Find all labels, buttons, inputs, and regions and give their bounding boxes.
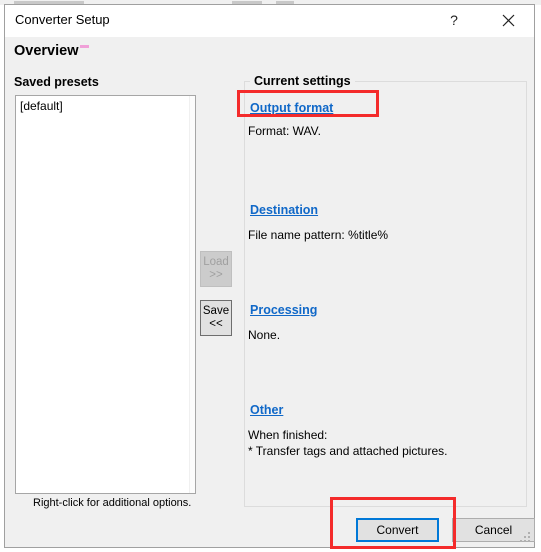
- save-button-arrows: <<: [209, 318, 223, 330]
- convert-button[interactable]: Convert: [356, 518, 439, 542]
- close-icon: [502, 14, 515, 27]
- resize-grip-icon[interactable]: [519, 532, 531, 544]
- question-mark-icon: ?: [450, 12, 458, 28]
- processing-link[interactable]: Processing: [250, 303, 317, 317]
- title-bar: Converter Setup ?: [5, 5, 534, 37]
- help-button[interactable]: ?: [432, 5, 476, 35]
- window-title: Converter Setup: [15, 12, 110, 27]
- destination-summary: File name pattern: %title%: [248, 228, 389, 242]
- list-item[interactable]: [default]: [16, 96, 195, 113]
- save-button-label: Save: [202, 304, 230, 317]
- page-title-text: Overview: [14, 43, 79, 59]
- saved-presets-hint: Right-click for additional options.: [33, 497, 192, 509]
- page-title: Overview: [14, 43, 89, 59]
- save-preset-button[interactable]: Save <<: [200, 300, 232, 336]
- close-button[interactable]: [486, 5, 530, 35]
- converter-setup-dialog: Converter Setup ? Overview Saved presets…: [4, 4, 535, 548]
- other-link[interactable]: Other: [250, 403, 283, 417]
- other-summary: When finished: * Transfer tags and attac…: [248, 428, 448, 459]
- load-button-label: Load: [203, 255, 229, 268]
- saved-presets-list[interactable]: [default]: [15, 95, 196, 494]
- output-format-summary: Format: WAV.: [248, 124, 321, 138]
- current-settings-title: Current settings: [250, 74, 355, 88]
- saved-presets-label: Saved presets: [14, 75, 99, 89]
- load-preset-button[interactable]: Load >>: [200, 251, 232, 287]
- destination-link[interactable]: Destination: [250, 203, 318, 217]
- load-button-arrows: >>: [209, 269, 223, 281]
- output-format-link[interactable]: Output format: [250, 101, 333, 115]
- processing-summary: None.: [248, 328, 281, 342]
- heading-dash-marker: [79, 45, 89, 48]
- presets-list-scrollbar[interactable]: [189, 96, 195, 493]
